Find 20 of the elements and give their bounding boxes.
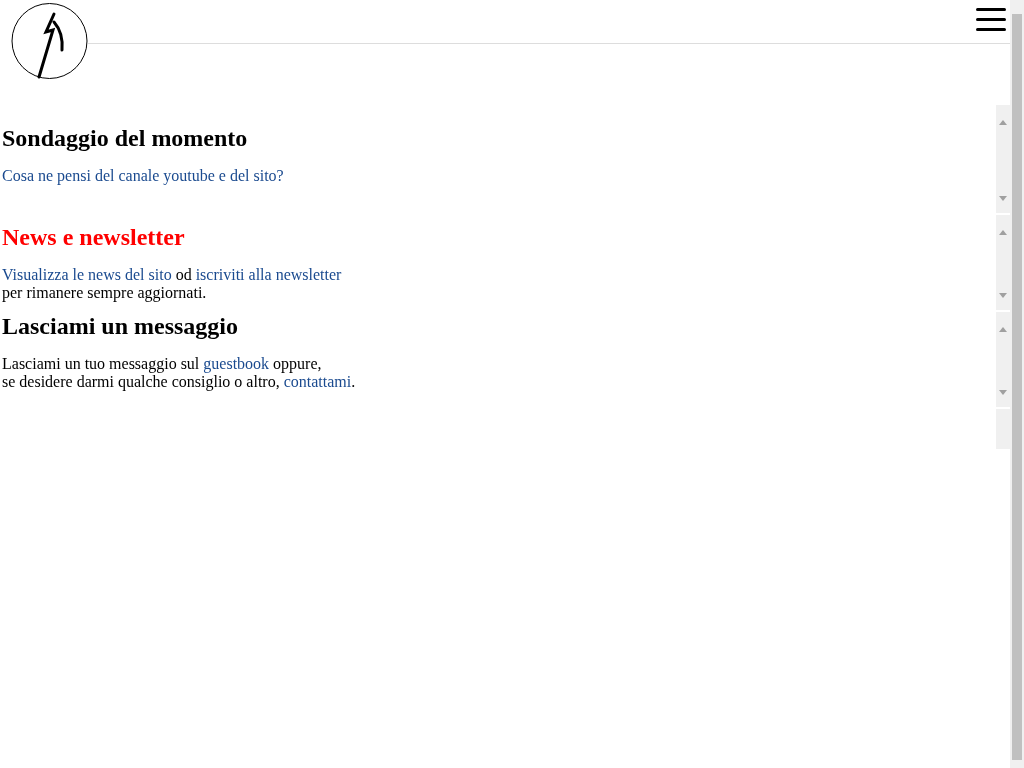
up-arrow-icon[interactable]	[999, 119, 1007, 125]
scrollbar[interactable]	[1010, 0, 1024, 768]
down-arrow-icon[interactable]	[999, 292, 1007, 298]
scrollbar[interactable]	[996, 312, 1010, 407]
paragraph: Lasciami un tuo messaggio sul guestbook oppure, se desidere darmi qualche consiglio o altro, contattami.	[2, 354, 357, 391]
section-heading: Sondaggio del momento	[2, 124, 249, 153]
up-arrow-icon[interactable]	[999, 326, 1007, 332]
section-heading: Lasciami un messaggio	[2, 312, 239, 341]
logo[interactable]	[11, 2, 88, 80]
section-heading: News e newsletter	[2, 223, 186, 252]
link[interactable]: Visualizza le news del sito	[2, 265, 172, 283]
scrollbar[interactable]	[996, 215, 1010, 310]
scrollbar[interactable]	[996, 105, 1010, 213]
link[interactable]: iscriviti alla newsletter	[195, 265, 342, 283]
down-arrow-icon[interactable]	[999, 389, 1007, 395]
up-arrow-icon[interactable]	[999, 229, 1007, 235]
paragraph: Visualizza le news del sito od iscriviti alla newsletter per rimanere sempre aggiornati.	[2, 265, 343, 302]
link[interactable]: guestbook	[203, 354, 270, 372]
down-arrow-icon[interactable]	[999, 195, 1007, 201]
link[interactable]: Cosa ne pensi del canale youtube e del sito?	[2, 166, 284, 184]
